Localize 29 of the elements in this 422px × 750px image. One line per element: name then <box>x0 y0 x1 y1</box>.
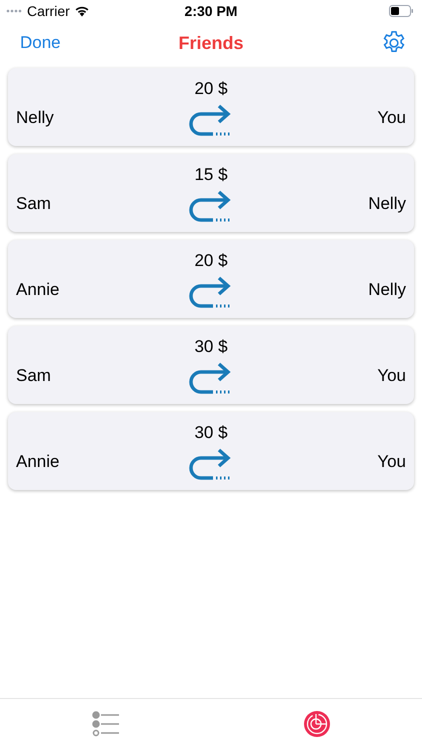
wifi-icon <box>74 5 90 17</box>
amount: 30 $ <box>194 336 228 358</box>
debtor-name: Sam <box>16 192 51 214</box>
amount: 30 $ <box>194 422 228 444</box>
debt-card[interactable]: Sam 30 $ You <box>8 326 414 404</box>
battery-icon <box>389 5 414 17</box>
creditor-name: You <box>377 364 406 386</box>
status-time: 2:30 PM <box>184 2 238 20</box>
creditor-name: Nelly <box>368 192 406 214</box>
carrier-name: Carrier <box>27 2 70 20</box>
debt-card[interactable]: Annie 30 $ You <box>8 412 414 490</box>
debtor-name: Annie <box>16 278 60 300</box>
creditor-name: Nelly <box>368 278 406 300</box>
amount: 20 $ <box>194 250 228 272</box>
done-button[interactable]: Done <box>20 30 61 56</box>
creditor-name: You <box>377 106 406 128</box>
nav-title: Friends <box>178 32 244 54</box>
debt-card[interactable]: Nelly 20 $ You <box>8 68 414 146</box>
amount: 15 $ <box>194 164 228 186</box>
debtor-name: Annie <box>16 450 60 472</box>
list-icon[interactable] <box>92 711 120 737</box>
debt-card[interactable]: Annie 20 $ Nelly <box>8 240 414 318</box>
debtor-name: Nelly <box>16 106 54 128</box>
radar-icon[interactable] <box>304 711 330 737</box>
debt-card[interactable]: Sam 15 $ Nelly <box>8 154 414 232</box>
creditor-name: You <box>377 450 406 472</box>
signal-icon <box>6 9 24 13</box>
amount: 20 $ <box>194 78 228 100</box>
debtor-name: Sam <box>16 364 51 386</box>
